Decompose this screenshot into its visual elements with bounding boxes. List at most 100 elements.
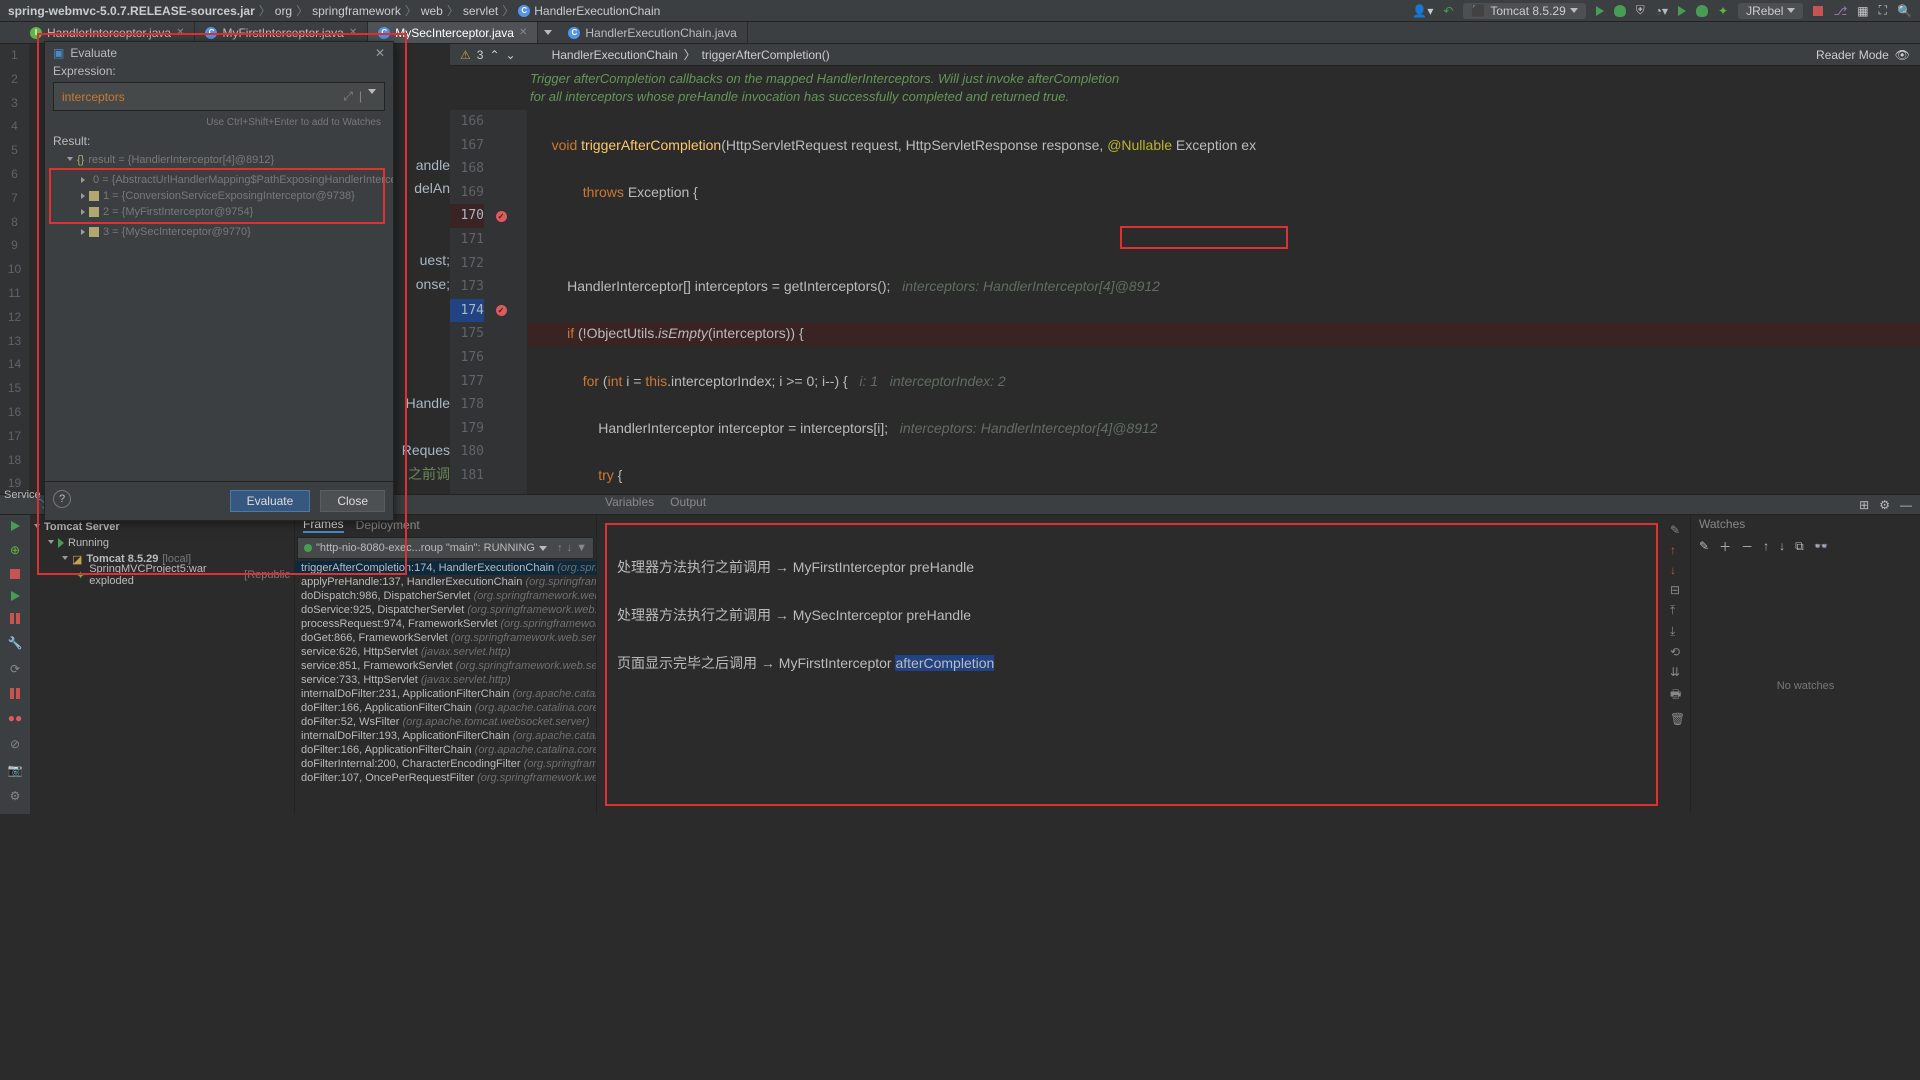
close-icon[interactable]: ✕ (375, 46, 385, 60)
close-icon[interactable]: ✕ (519, 27, 527, 38)
expand-icon[interactable] (34, 524, 40, 531)
crumb-pkg[interactable]: org (275, 4, 292, 18)
pause-icon[interactable] (10, 613, 20, 624)
settings2-icon[interactable]: ⚙ (10, 789, 21, 803)
code-content[interactable]: void triggerAfterCompletion(HttpServletR… (528, 110, 1920, 494)
reload-icon[interactable]: ⟳ (10, 662, 20, 676)
artifact-node[interactable]: SpringMVCProject5:war exploded (89, 563, 240, 587)
prev-thread-icon[interactable]: ↑ (557, 542, 563, 554)
console-output[interactable]: 处理器方法执行之前调用 → MyFirstInterceptor preHand… (605, 523, 1658, 806)
frame-row[interactable]: internalDoFilter:193, ApplicationFilterC… (295, 729, 596, 743)
git-icon[interactable]: ⎇ (1833, 4, 1847, 18)
crumb-file[interactable]: HandlerExecutionChain (534, 4, 660, 18)
nav-up-icon[interactable]: ⌃ (489, 48, 499, 62)
close-icon[interactable]: ✕ (176, 27, 184, 38)
tree-item[interactable]: 3 = {MySecInterceptor@9770} (103, 226, 251, 238)
bottom-icon[interactable]: ⤓ (1670, 624, 1686, 639)
result-tree[interactable]: {}result = {HandlerInterceptor[4]@8912} … (45, 148, 393, 481)
expand-icon[interactable] (62, 556, 68, 563)
server-node[interactable]: Tomcat Server (44, 521, 120, 533)
history-dropdown-icon[interactable] (368, 89, 376, 104)
frame-row[interactable]: triggerAfterCompletion:174, HandlerExecu… (295, 561, 596, 575)
frame-row[interactable]: doFilterInternal:200, CharacterEncodingF… (295, 757, 596, 771)
wrap-icon[interactable]: ⟲ (1670, 645, 1686, 659)
help-icon[interactable]: ? (53, 490, 71, 508)
frame-row[interactable]: doGet:866, FrameworkServlet (org.springf… (295, 631, 596, 645)
frame-row[interactable]: service:851, FrameworkServlet (org.sprin… (295, 659, 596, 673)
expression-input[interactable]: interceptors ⤢| (53, 82, 385, 111)
watch-up-icon[interactable]: ↑ (1763, 539, 1769, 553)
frame-row[interactable]: doFilter:166, ApplicationFilterChain (or… (295, 743, 596, 757)
code-editor[interactable]: 166167168169 170171172173 174175176177 1… (450, 110, 1920, 494)
mute-breakpoints-icon[interactable]: ⊘ (10, 737, 20, 751)
down-icon[interactable]: ↓ (1670, 563, 1686, 577)
expand-icon[interactable] (81, 193, 85, 199)
layout-icon[interactable]: ▦ (1857, 4, 1868, 18)
frame-row[interactable]: service:733, HttpServlet (javax.servlet.… (295, 673, 596, 687)
crumb-pkg[interactable]: servlet (463, 4, 498, 18)
coverage-icon[interactable]: ⛨ (1636, 3, 1645, 18)
frame-row[interactable]: doDispatch:986, DispatcherServlet (org.s… (295, 589, 596, 603)
filter-icon[interactable]: ▼ (576, 542, 587, 554)
frame-row[interactable]: applyPreHandle:137, HandlerExecutionChai… (295, 575, 596, 589)
view-breakpoints-icon[interactable]: ●● (8, 711, 23, 725)
result-root[interactable]: result = {HandlerInterceptor[4]@8912} (88, 154, 274, 166)
close-button[interactable]: Close (320, 490, 385, 512)
watch-down-icon[interactable]: ↓ (1779, 539, 1785, 553)
tab-handlerexecutionchain[interactable]: CHandlerExecutionChain.java (558, 22, 747, 43)
next-thread-icon[interactable]: ↓ (567, 542, 573, 554)
close-icon[interactable]: ✕ (349, 27, 357, 38)
tab-handlerinterceptor[interactable]: IHandlerInterceptor.java✕ (20, 22, 195, 43)
breakpoint-gutter[interactable] (492, 110, 510, 494)
reader-mode-label[interactable]: Reader Mode (1816, 48, 1889, 62)
run-icon[interactable] (1596, 6, 1604, 16)
print-icon[interactable]: 🖶 (1670, 685, 1686, 706)
settings-icon[interactable]: ⚙ (1879, 498, 1890, 512)
expand-icon[interactable] (48, 540, 54, 547)
more-tabs-icon[interactable] (544, 30, 552, 35)
top-icon[interactable]: ⤒ (1670, 603, 1686, 618)
run2-icon[interactable] (1678, 6, 1686, 16)
expand-icon[interactable] (81, 229, 85, 235)
breakpoint-icon[interactable] (496, 305, 507, 316)
crumb-class[interactable]: HandlerExecutionChain (552, 48, 678, 62)
expand-icon[interactable] (67, 157, 73, 164)
search-icon[interactable]: 🔍 (1897, 4, 1912, 18)
frame-row[interactable]: service:626, HttpServlet (javax.servlet.… (295, 645, 596, 659)
frame-row[interactable]: internalDoFilter:231, ApplicationFilterC… (295, 687, 596, 701)
services-toolwindow-label[interactable]: Service (0, 487, 45, 503)
tab-mysecinterceptor[interactable]: CMySecInterceptor.java✕ (368, 22, 538, 43)
pause2-icon[interactable] (10, 688, 20, 699)
tree-item[interactable]: 0 = {AbstractUrlHandlerMapping$PathExpos… (93, 174, 393, 186)
frame-row[interactable]: doFilter:107, OncePerRequestFilter (org.… (295, 771, 596, 785)
evaluate-button[interactable]: Evaluate (230, 490, 311, 512)
eye-icon[interactable]: 👁 (1895, 48, 1910, 62)
tree-item[interactable]: 2 = {MyFirstInterceptor@9754} (103, 206, 253, 218)
crumb-method[interactable]: triggerAfterCompletion() (702, 48, 830, 62)
crumb-pkg[interactable]: web (421, 4, 443, 18)
tab-variables[interactable]: Variables (605, 495, 654, 509)
frame-row[interactable]: doService:925, DispatcherServlet (org.sp… (295, 603, 596, 617)
layout-settings-icon[interactable]: ⊞ (1859, 498, 1869, 512)
resume-icon[interactable] (11, 591, 20, 601)
frame-row[interactable]: processRequest:974, FrameworkServlet (or… (295, 617, 596, 631)
running-node[interactable]: Running (68, 537, 109, 549)
stop-icon[interactable] (10, 569, 20, 579)
wrench-icon[interactable]: 🔧 (8, 636, 23, 650)
run-config-selector[interactable]: ⬛ Tomcat 8.5.29 (1463, 3, 1585, 19)
jrebel-icon[interactable]: ✦ (1718, 4, 1728, 18)
restore-icon[interactable]: ⛶ (1879, 3, 1887, 18)
expand-icon[interactable] (81, 177, 85, 183)
hide-icon[interactable]: — (1900, 498, 1912, 512)
open-browser-icon[interactable]: ⊕ (10, 543, 20, 557)
stack-icon[interactable]: ⊟ (1670, 583, 1686, 597)
frame-row[interactable]: doFilter:52, WsFilter (org.apache.tomcat… (295, 715, 596, 729)
frame-row[interactable]: doFilter:166, ApplicationFilterChain (or… (295, 701, 596, 715)
back-icon[interactable]: ↶ (1443, 4, 1453, 18)
tree-item[interactable]: 1 = {ConversionServiceExposingIntercepto… (103, 190, 355, 202)
jrebel-selector[interactable]: JRebel (1738, 3, 1803, 19)
server-tree[interactable]: Tomcat Server Running ◪ Tomcat 8.5.29 [l… (30, 515, 295, 814)
copy-icon[interactable]: ⧉ (1795, 539, 1804, 554)
fold-gutter[interactable] (510, 110, 528, 494)
tab-output[interactable]: Output (670, 495, 706, 509)
